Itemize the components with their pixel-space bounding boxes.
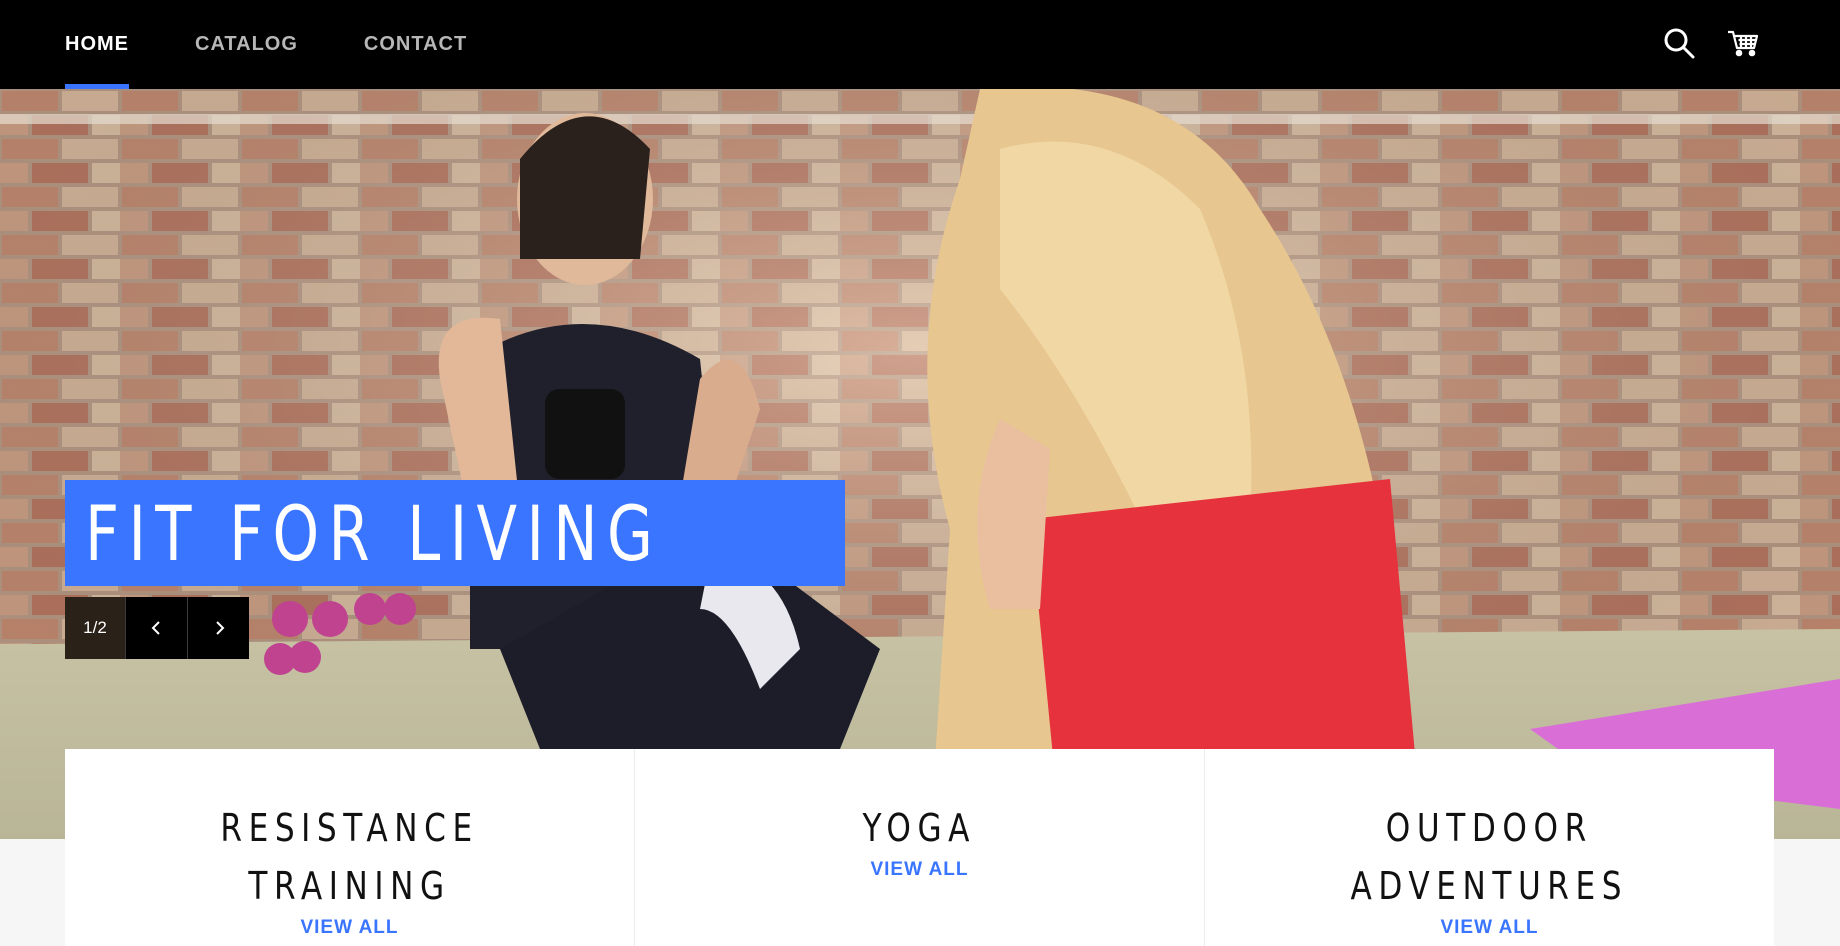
site-header: HOME CATALOG CONTACT — [0, 0, 1840, 89]
collection-card-outdoor-adventures[interactable]: OUTDOOR ADVENTURES VIEW ALL — [1205, 749, 1774, 946]
collection-title: YOGA — [862, 806, 977, 850]
nav-catalog[interactable]: CATALOG — [195, 0, 298, 89]
hero-image — [0, 89, 1840, 839]
chevron-right-icon — [215, 621, 224, 635]
collection-card-yoga[interactable]: YOGA VIEW ALL — [635, 749, 1205, 946]
hero-caption: FIT FOR LIVING — [65, 480, 846, 586]
slide-controls: 1/2 — [65, 597, 249, 659]
hero-slideshow: FIT FOR LIVING 1/2 — [0, 89, 1840, 839]
cart-icon[interactable] — [1726, 26, 1760, 60]
nav-contact[interactable]: CONTACT — [364, 0, 467, 89]
collection-title: OUTDOOR ADVENTURES — [1350, 806, 1629, 908]
nav-home[interactable]: HOME — [65, 0, 129, 89]
slide-counter: 1/2 — [65, 597, 125, 659]
collection-title: RESISTANCE TRAINING — [220, 806, 479, 908]
collection-card-resistance-training[interactable]: RESISTANCE TRAINING VIEW ALL — [65, 749, 635, 946]
view-all-link[interactable]: VIEW ALL — [870, 859, 968, 881]
prev-slide-button[interactable] — [125, 597, 187, 659]
view-all-link[interactable]: VIEW ALL — [1440, 917, 1538, 939]
view-all-link[interactable]: VIEW ALL — [300, 917, 398, 939]
collection-grid: RESISTANCE TRAINING VIEW ALL YOGA VIEW A… — [65, 749, 1774, 946]
main-nav: HOME CATALOG CONTACT — [65, 0, 467, 89]
hero-title: FIT FOR LIVING — [85, 488, 663, 578]
search-icon[interactable] — [1662, 26, 1696, 60]
header-icons — [1662, 26, 1760, 60]
chevron-left-icon — [151, 621, 160, 635]
next-slide-button[interactable] — [187, 597, 249, 659]
